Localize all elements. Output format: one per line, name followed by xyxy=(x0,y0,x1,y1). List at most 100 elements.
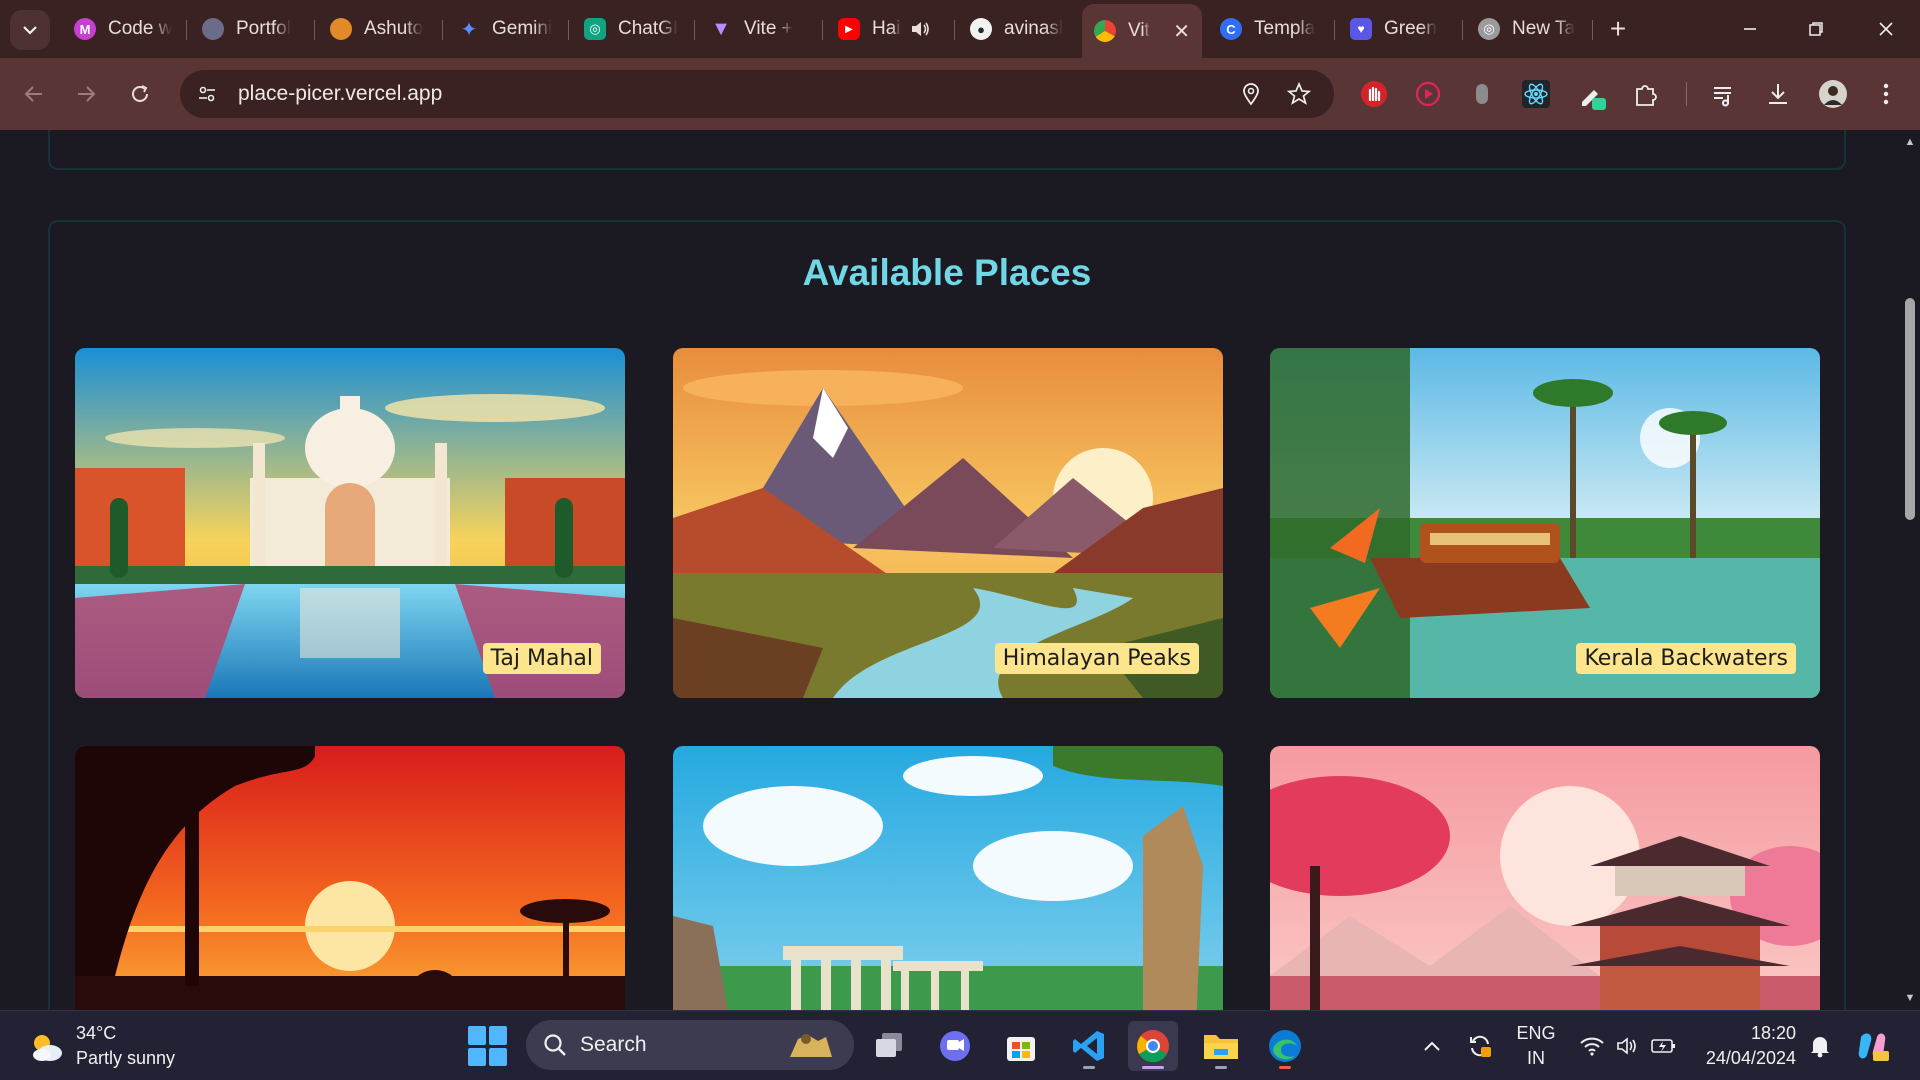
minimize-button[interactable] xyxy=(1720,8,1780,50)
chrome-icon: ◎ xyxy=(1478,18,1500,40)
clock-time[interactable]: 18:20 xyxy=(1751,1023,1796,1044)
location-icon[interactable] xyxy=(1234,77,1268,111)
profile-avatar[interactable] xyxy=(1815,76,1851,112)
wifi-icon[interactable] xyxy=(1578,1032,1606,1060)
tab-title: Ashuto xyxy=(364,18,424,39)
browser-tab[interactable]: ▼ Vite + xyxy=(698,8,822,50)
place-card[interactable] xyxy=(673,746,1223,1010)
page-viewport: Available Places Taj Mahal Himalayan Pea… xyxy=(0,130,1900,1010)
react-devtools-icon[interactable] xyxy=(1518,76,1554,112)
canva-icon: C xyxy=(1220,18,1242,40)
browser-tab[interactable]: C Templa xyxy=(1208,8,1332,50)
github-icon: ● xyxy=(970,18,992,40)
heart-icon: ♥ xyxy=(1350,18,1372,40)
tab-title: Green xyxy=(1384,18,1437,39)
vscode-button[interactable] xyxy=(1064,1021,1114,1071)
close-window-button[interactable] xyxy=(1856,8,1916,50)
extension-hand-icon[interactable] xyxy=(1356,76,1392,112)
task-view-icon xyxy=(876,1033,902,1057)
browser-tab[interactable]: ♥ Green xyxy=(1338,8,1462,50)
forward-button[interactable] xyxy=(68,76,104,112)
tab-title: Vite + xyxy=(744,18,793,39)
place-card[interactable]: Kerala Backwaters xyxy=(1270,348,1820,698)
bookmark-star-icon[interactable] xyxy=(1282,77,1316,111)
tab-title: ChatGI xyxy=(618,18,679,39)
extension-mouse-icon[interactable] xyxy=(1464,76,1500,112)
scrollbar-thumb[interactable] xyxy=(1905,298,1915,520)
tab-favicon-icon xyxy=(1094,20,1116,42)
microsoft-store-button[interactable] xyxy=(996,1021,1046,1071)
close-icon xyxy=(1879,22,1893,36)
place-card[interactable]: Himalayan Peaks xyxy=(673,348,1223,698)
weather-temperature[interactable]: 34°C xyxy=(76,1023,116,1044)
browser-tab-strip: M Code w Portfol Ashuto ✦ Gemini ◎ ChatG… xyxy=(0,0,1920,58)
place-card[interactable] xyxy=(1270,746,1820,1010)
reload-button[interactable] xyxy=(122,76,158,112)
address-bar[interactable]: place-picer.vercel.app xyxy=(180,70,1334,118)
browser-tab[interactable]: ◎ ChatGI xyxy=(572,8,696,50)
place-card[interactable]: Taj Mahal xyxy=(75,348,625,698)
copilot-icon[interactable] xyxy=(1854,1028,1890,1064)
site-info-button[interactable] xyxy=(190,77,224,111)
windows-taskbar: 34°C Partly sunny Search ENG IN 18:20 24… xyxy=(0,1010,1920,1080)
search-placeholder: Search xyxy=(580,1033,647,1056)
file-explorer-button[interactable] xyxy=(1196,1021,1246,1071)
active-indicator xyxy=(1142,1066,1164,1069)
folder-icon xyxy=(1204,1035,1238,1059)
chrome-button[interactable] xyxy=(1128,1021,1178,1071)
scroll-down-icon[interactable]: ▼ xyxy=(1904,992,1916,1004)
download-icon[interactable] xyxy=(1760,76,1796,112)
input-language[interactable]: ENG xyxy=(1516,1023,1556,1044)
task-view-button[interactable] xyxy=(864,1021,914,1071)
browser-tab[interactable]: Ashuto xyxy=(318,8,442,50)
sync-icon[interactable] xyxy=(1466,1032,1494,1060)
browser-tab[interactable]: ✦ Gemini xyxy=(446,8,570,50)
partly-sunny-icon[interactable] xyxy=(28,1031,64,1063)
browser-tab[interactable]: M Code w xyxy=(62,8,182,50)
arrow-left-icon xyxy=(24,86,42,102)
clock-date[interactable]: 24/04/2024 xyxy=(1706,1048,1796,1069)
place-image xyxy=(75,746,625,1010)
place-card[interactable] xyxy=(75,746,625,1010)
notification-bell-icon[interactable] xyxy=(1806,1032,1834,1060)
battery-charging-icon[interactable] xyxy=(1650,1032,1678,1060)
tab-favicon-icon: M xyxy=(74,18,96,40)
close-tab-icon[interactable]: ✕ xyxy=(1173,19,1190,44)
weather-description[interactable]: Partly sunny xyxy=(76,1048,175,1069)
vite-icon: ▼ xyxy=(711,17,731,40)
start-button[interactable] xyxy=(468,1026,508,1066)
browser-tab[interactable]: ◎ New Ta xyxy=(1466,8,1590,50)
back-button[interactable] xyxy=(16,76,52,112)
extensions-puzzle-icon[interactable] xyxy=(1628,76,1664,112)
taskbar-search[interactable]: Search xyxy=(526,1020,854,1070)
page-scrollbar[interactable]: ▲ ▼ xyxy=(1900,130,1920,1010)
teams-chat-button[interactable] xyxy=(930,1021,980,1071)
scroll-up-icon[interactable]: ▲ xyxy=(1904,136,1916,148)
browser-tab-active[interactable]: Vit ✕ xyxy=(1082,4,1202,58)
tune-icon xyxy=(199,86,215,102)
place-title: Himalayan Peaks xyxy=(994,643,1199,674)
browser-tab[interactable]: ● avinasl xyxy=(958,8,1082,50)
restore-button[interactable] xyxy=(1786,8,1846,50)
speaker-icon[interactable] xyxy=(909,18,931,40)
running-indicator xyxy=(1083,1066,1095,1069)
chrome-icon xyxy=(1137,1030,1169,1063)
volume-icon[interactable] xyxy=(1614,1032,1642,1060)
tab-title: Hai xyxy=(872,18,901,39)
previous-section-frame xyxy=(48,130,1846,170)
url-text[interactable]: place-picer.vercel.app xyxy=(238,82,442,106)
running-indicator xyxy=(1279,1066,1291,1069)
browser-tab[interactable]: ▶ Hai xyxy=(826,8,950,50)
tab-search-button[interactable] xyxy=(10,10,50,50)
extension-record-icon[interactable] xyxy=(1410,76,1446,112)
new-tab-button[interactable]: + xyxy=(1601,12,1635,46)
edge-button[interactable] xyxy=(1260,1021,1310,1071)
reading-list-icon[interactable] xyxy=(1706,76,1742,112)
store-icon xyxy=(1007,1037,1035,1061)
extension-eyedropper-icon[interactable] xyxy=(1574,76,1610,112)
more-menu-icon[interactable] xyxy=(1868,76,1904,112)
show-hidden-icons-chevron-up-icon[interactable] xyxy=(1418,1032,1446,1060)
browser-tab[interactable]: Portfol xyxy=(190,8,314,50)
input-region[interactable]: IN xyxy=(1516,1048,1556,1069)
edge-icon xyxy=(1269,1030,1301,1062)
